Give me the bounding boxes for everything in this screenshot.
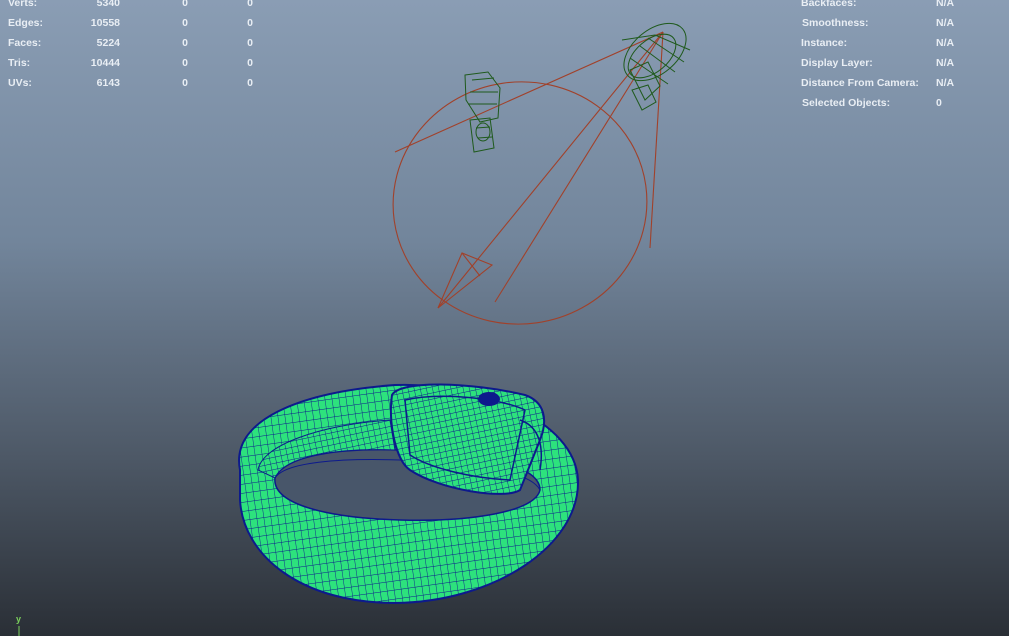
viewport-scene[interactable] [0,0,1009,636]
axis-y-label: y [16,614,22,624]
spotlight-wireframe[interactable] [377,31,664,340]
camera-wireframe-2[interactable] [464,71,501,153]
camera-wireframe-1[interactable] [613,12,696,111]
